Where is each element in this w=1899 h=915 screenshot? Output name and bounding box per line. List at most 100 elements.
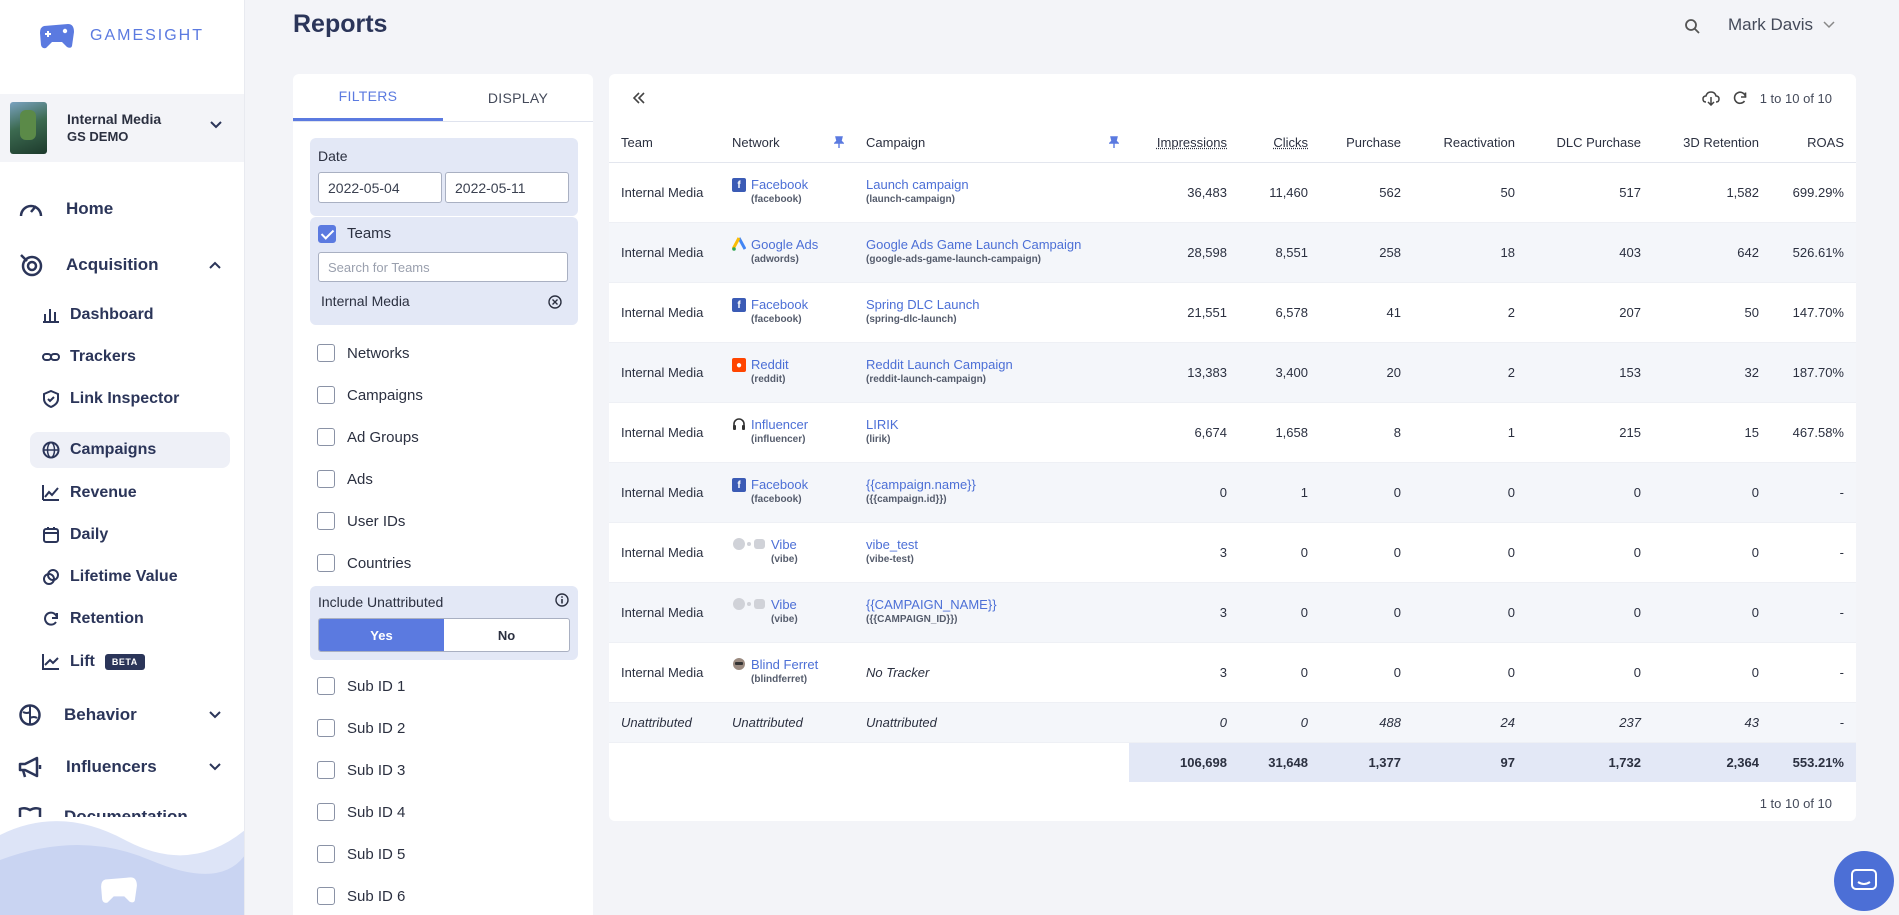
table-row[interactable]: Internal Media Google Ads (adwords) Google … bbox=[609, 222, 1856, 283]
filter-countries[interactable]: Countries bbox=[317, 552, 577, 574]
cell-dlc: 237 bbox=[1527, 702, 1653, 743]
cell-3d-retention: 1,582 bbox=[1653, 162, 1771, 223]
cell-dlc-purchase: 517 bbox=[1527, 162, 1653, 223]
double-chevron-left-icon[interactable] bbox=[631, 90, 647, 106]
network-link[interactable]: Influencer bbox=[751, 417, 808, 433]
table-row[interactable]: Internal Media ● Reddit (reddit) Reddit Laun… bbox=[609, 342, 1856, 403]
network-link[interactable]: Reddit bbox=[751, 357, 789, 373]
network-link[interactable]: Facebook bbox=[751, 477, 808, 493]
refresh-icon[interactable] bbox=[1732, 90, 1748, 106]
filter-sub-id-3[interactable]: Sub ID 3 bbox=[317, 759, 577, 781]
filter-sub-id-2[interactable]: Sub ID 2 bbox=[317, 717, 577, 739]
filter-sub-id-1[interactable]: Sub ID 1 bbox=[317, 675, 577, 697]
filter-sub-id-5[interactable]: Sub ID 5 bbox=[317, 843, 577, 865]
col-purchase[interactable]: Purchase bbox=[1320, 124, 1413, 163]
sub-id-3-checkbox[interactable] bbox=[317, 761, 335, 779]
network-link[interactable]: Vibe bbox=[771, 537, 798, 553]
nav-retention[interactable]: Retention bbox=[30, 601, 230, 637]
teams-checkbox[interactable] bbox=[318, 225, 336, 243]
network-link[interactable]: Vibe bbox=[771, 597, 798, 613]
col-clicks[interactable]: Clicks bbox=[1239, 124, 1320, 163]
filter-sub-id-4[interactable]: Sub ID 4 bbox=[317, 801, 577, 823]
tab-display[interactable]: DISPLAY bbox=[443, 74, 593, 121]
filter-networks[interactable]: Networks bbox=[317, 342, 577, 364]
date-to-input[interactable]: 2022-05-11 bbox=[445, 172, 569, 203]
col-roas[interactable]: ROAS bbox=[1771, 124, 1856, 163]
table-row[interactable]: Internal Media Vibe (vibe) vibe_test (vibe-t… bbox=[609, 522, 1856, 583]
user-menu[interactable]: Mark Davis bbox=[1728, 15, 1835, 35]
tab-filters[interactable]: FILTERS bbox=[293, 74, 443, 121]
col-team[interactable]: Team bbox=[609, 124, 720, 163]
campaigns-checkbox[interactable] bbox=[317, 386, 335, 404]
total-purchase: 1,377 bbox=[1320, 742, 1413, 782]
campaign-link[interactable]: vibe_test bbox=[866, 537, 1117, 553]
pin-icon[interactable] bbox=[1109, 136, 1119, 148]
network-link[interactable]: Facebook bbox=[751, 177, 808, 193]
col-3d-retention[interactable]: 3D Retention bbox=[1653, 124, 1771, 163]
nav-daily[interactable]: Daily bbox=[30, 517, 230, 553]
org-switcher[interactable]: Internal Media GS DEMO bbox=[0, 94, 244, 162]
countries-checkbox[interactable] bbox=[317, 554, 335, 572]
yes-button[interactable]: Yes bbox=[319, 619, 444, 651]
filter-ads[interactable]: Ads bbox=[317, 468, 577, 490]
col-network[interactable]: Network bbox=[720, 124, 854, 163]
sub-id-1-checkbox[interactable] bbox=[317, 677, 335, 695]
table-row[interactable]: Internal Media Vibe (vibe) {{CAMPAIGN_NAME}… bbox=[609, 582, 1856, 643]
nav-influencers[interactable]: Influencers bbox=[18, 755, 228, 779]
nav-acquisition[interactable]: Acquisition bbox=[18, 252, 228, 278]
table-row[interactable]: Internal Media f Facebook (facebook) Spring … bbox=[609, 282, 1856, 343]
ads-checkbox[interactable] bbox=[317, 470, 335, 488]
col-reactivation[interactable]: Reactivation bbox=[1413, 124, 1527, 163]
network-link[interactable]: Google Ads bbox=[751, 237, 818, 253]
nav-lifetime-value[interactable]: Lifetime Value bbox=[30, 559, 230, 595]
cloud-download-icon[interactable] bbox=[1701, 90, 1720, 106]
network-link[interactable]: Blind Ferret bbox=[751, 657, 818, 673]
table-row[interactable]: Internal Media Influencer (influencer) LIRI… bbox=[609, 402, 1856, 463]
filter-campaigns[interactable]: Campaigns bbox=[317, 384, 577, 406]
sub-id-5-checkbox[interactable] bbox=[317, 845, 335, 863]
nav-campaigns[interactable]: Campaigns bbox=[30, 432, 230, 468]
nav-revenue[interactable]: Revenue bbox=[30, 475, 230, 511]
ad-groups-checkbox[interactable] bbox=[317, 428, 335, 446]
networks-checkbox[interactable] bbox=[317, 344, 335, 362]
cell-team: Internal Media bbox=[609, 582, 720, 643]
col-impressions[interactable]: Impressions bbox=[1129, 124, 1239, 163]
nav-lifetime-value-label: Lifetime Value bbox=[70, 568, 178, 585]
remove-circle-icon[interactable] bbox=[548, 295, 562, 309]
campaign-link[interactable]: Launch campaign bbox=[866, 177, 1117, 193]
totals-row: 106,698 31,648 1,377 97 1,732 2,364 553.21% bbox=[609, 742, 1856, 782]
table-row[interactable]: Internal Media f Facebook (facebook) Launch … bbox=[609, 162, 1856, 223]
col-dlc-purchase[interactable]: DLC Purchase bbox=[1527, 124, 1653, 163]
campaign-link[interactable]: {{CAMPAIGN_NAME}} bbox=[866, 597, 1117, 613]
nav-dashboard[interactable]: Dashboard bbox=[30, 297, 230, 333]
filter-sub-id-6[interactable]: Sub ID 6 bbox=[317, 885, 577, 907]
network-link[interactable]: Facebook bbox=[751, 297, 808, 313]
nav-trackers[interactable]: Trackers bbox=[30, 339, 230, 375]
nav-behavior[interactable]: Behavior bbox=[18, 703, 228, 727]
campaign-link[interactable]: {{campaign.name}} bbox=[866, 477, 1117, 493]
brand-logo[interactable]: GAMESIGHT bbox=[38, 22, 204, 50]
nav-lift[interactable]: Lift BETA bbox=[30, 644, 230, 680]
table-row[interactable]: Internal Media Blind Ferret (blindferret) N… bbox=[609, 642, 1856, 703]
col-campaign[interactable]: Campaign bbox=[854, 124, 1129, 163]
teams-search-input[interactable]: Search for Teams bbox=[318, 252, 568, 282]
nav-home[interactable]: Home bbox=[18, 198, 228, 220]
info-icon[interactable] bbox=[555, 593, 569, 607]
table-row[interactable]: Internal Media f Facebook (facebook) {{campa… bbox=[609, 462, 1856, 523]
chat-button[interactable] bbox=[1834, 851, 1894, 911]
filter-user-ids[interactable]: User IDs bbox=[317, 510, 577, 532]
campaign-link[interactable]: LIRIK bbox=[866, 417, 1117, 433]
search-icon[interactable] bbox=[1684, 18, 1700, 34]
no-button[interactable]: No bbox=[444, 619, 569, 651]
date-from-input[interactable]: 2022-05-04 bbox=[318, 172, 442, 203]
sub-id-2-checkbox[interactable] bbox=[317, 719, 335, 737]
campaign-link[interactable]: Reddit Launch Campaign bbox=[866, 357, 1117, 373]
sub-id-4-checkbox[interactable] bbox=[317, 803, 335, 821]
sub-id-6-checkbox[interactable] bbox=[317, 887, 335, 905]
campaign-link[interactable]: Google Ads Game Launch Campaign bbox=[866, 237, 1117, 253]
pin-icon[interactable] bbox=[834, 136, 844, 148]
nav-link-inspector[interactable]: Link Inspector bbox=[30, 381, 230, 417]
campaign-link[interactable]: Spring DLC Launch bbox=[866, 297, 1117, 313]
user-ids-checkbox[interactable] bbox=[317, 512, 335, 530]
filter-ad-groups[interactable]: Ad Groups bbox=[317, 426, 577, 448]
